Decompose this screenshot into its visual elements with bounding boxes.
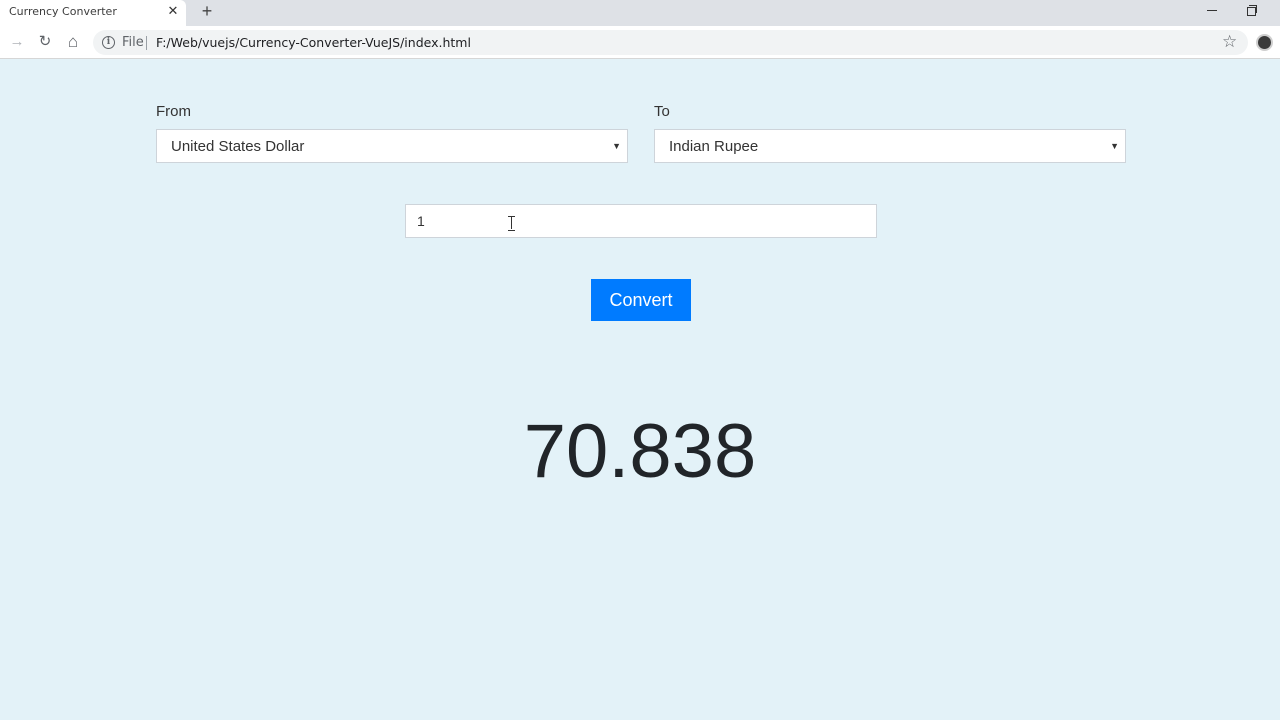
conversion-result: 70.838	[523, 409, 757, 494]
url-text[interactable]: F:/Web/vuejs/Currency-Converter-VueJS/in…	[156, 35, 471, 50]
tab-title: Currency Converter	[9, 5, 117, 18]
from-currency-value: United States Dollar	[171, 138, 305, 155]
browser-tab[interactable]: Currency Converter ✕	[0, 0, 186, 26]
separator	[146, 36, 147, 50]
close-tab-icon[interactable]: ✕	[166, 4, 180, 18]
info-icon[interactable]: i	[102, 36, 115, 49]
bookmark-star-icon[interactable]: ☆	[1222, 32, 1237, 52]
minimize-icon[interactable]	[1205, 3, 1219, 17]
reload-icon[interactable]: ↻	[36, 33, 54, 51]
from-currency-select[interactable]: United States Dollar ▼	[156, 129, 628, 163]
home-icon[interactable]: ⌂	[64, 33, 82, 51]
amount-input[interactable]: 1	[405, 204, 877, 238]
caret-down-icon: ▼	[612, 141, 621, 151]
browser-toolbar: → ↻ ⌂ i File F:/Web/vuejs/Currency-Conve…	[0, 26, 1280, 59]
from-label: From	[156, 103, 191, 120]
to-label: To	[654, 103, 670, 120]
address-bar[interactable]: i File F:/Web/vuejs/Currency-Converter-V…	[93, 30, 1248, 55]
to-currency-value: Indian Rupee	[669, 138, 759, 155]
scheme-label: File	[122, 35, 144, 50]
profile-avatar[interactable]	[1256, 34, 1273, 51]
restore-icon[interactable]	[1244, 3, 1258, 17]
to-currency-select[interactable]: Indian Rupee ▼	[654, 129, 1126, 163]
forward-icon[interactable]: →	[8, 33, 26, 51]
amount-value: 1	[417, 213, 425, 229]
convert-button[interactable]: Convert	[591, 279, 691, 321]
caret-down-icon: ▼	[1110, 141, 1119, 151]
text-cursor-icon	[508, 216, 515, 231]
new-tab-icon[interactable]: +	[198, 2, 216, 20]
tab-strip: Currency Converter ✕ +	[0, 0, 1280, 26]
